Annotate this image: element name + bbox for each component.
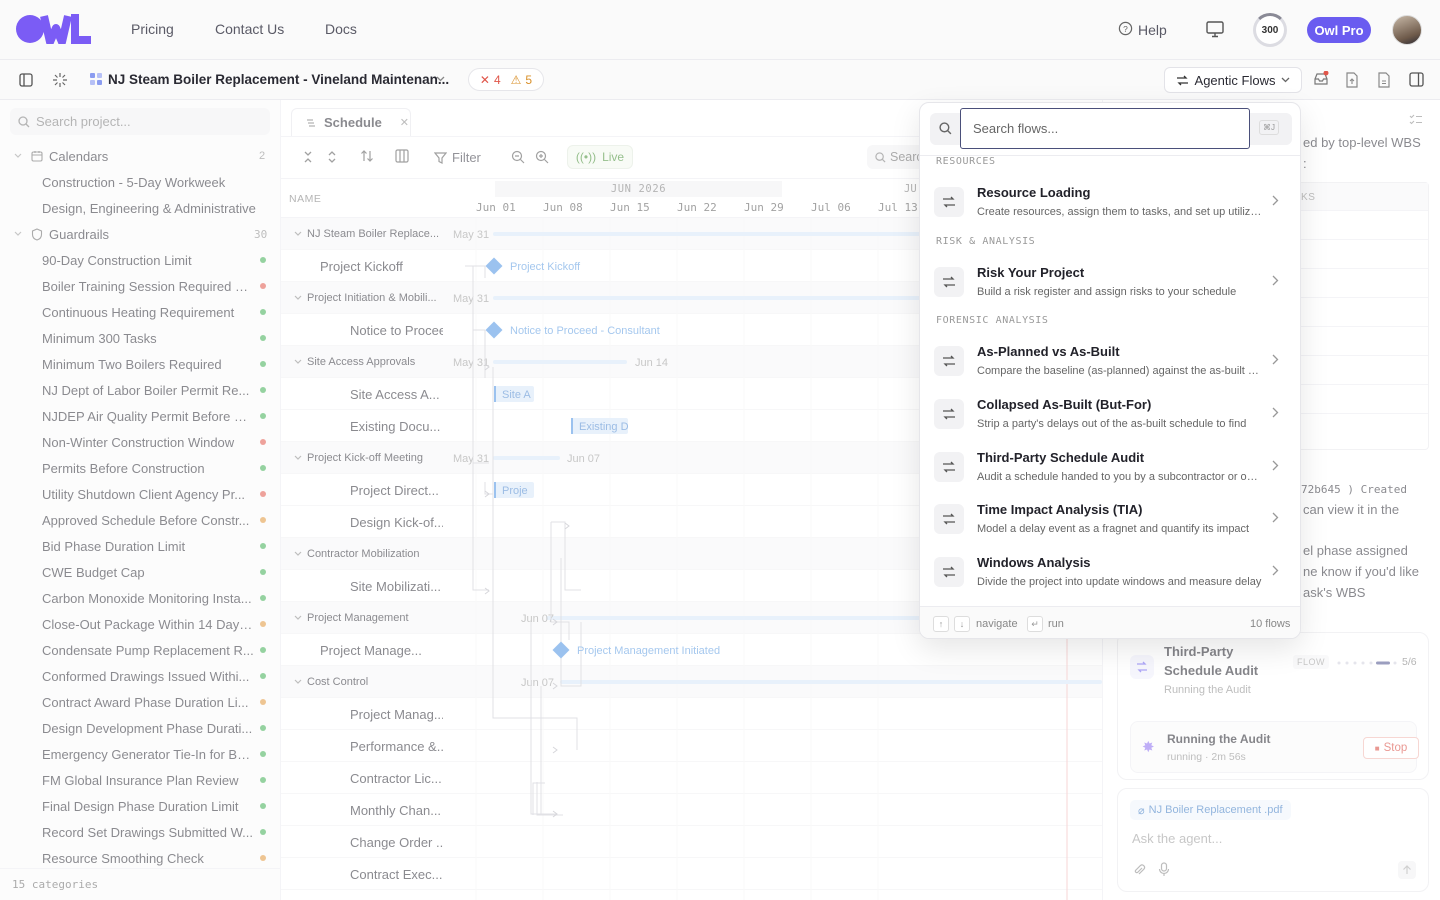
chevron-right-icon: [1272, 407, 1279, 418]
search-flows-placeholder: Search flows...: [973, 121, 1059, 136]
flow-item[interactable]: As-Planned vs As-Built Compare the basel…: [920, 335, 1300, 387]
project-grid-icon: [90, 73, 102, 85]
warning-icon: ⚠: [510, 72, 522, 87]
flows-count: 10 flows: [1250, 618, 1291, 630]
file-export-icon[interactable]: [1345, 72, 1359, 88]
flow-item[interactable]: Collapsed As-Built (But-For) Strip a par…: [920, 388, 1300, 440]
flow-description: Divide the project into update windows a…: [977, 576, 1262, 588]
section-title: RISK & ANALYSIS: [936, 236, 1036, 247]
chevron-down-icon[interactable]: [436, 76, 445, 82]
flow-description: Strip a party's delays out of the as-bui…: [977, 418, 1247, 430]
flows-icon: [934, 504, 964, 534]
flow-item[interactable]: Windows Analysis Divide the project into…: [920, 546, 1300, 598]
right-panel-toggle-icon[interactable]: [1409, 72, 1424, 87]
flow-title: Risk Your Project: [977, 265, 1085, 280]
sidebar-toggle-icon[interactable]: [19, 73, 33, 87]
nav-docs[interactable]: Docs: [325, 21, 357, 37]
flow-item[interactable]: Resource Loading Create resources, assig…: [920, 176, 1300, 228]
owl-logo[interactable]: [16, 14, 92, 44]
flows-icon: [1176, 75, 1188, 85]
flow-title: As-Planned vs As-Built: [977, 344, 1120, 359]
issues-badge[interactable]: ✕ 4 ⚠ 5: [468, 68, 544, 91]
arrow-up-key-icon: ↑: [933, 616, 949, 632]
sparkle-icon[interactable]: [52, 72, 68, 88]
search-icon: [939, 122, 952, 135]
chevron-right-icon: [1272, 460, 1279, 471]
chevron-right-icon: [1272, 275, 1279, 286]
enter-key-icon: ↵: [1027, 616, 1043, 632]
search-flows-input[interactable]: Search flows...: [960, 108, 1250, 149]
flow-item[interactable]: Time Impact Analysis (TIA) Model a delay…: [920, 493, 1300, 545]
arrow-down-key-icon: ↓: [954, 616, 970, 632]
flow-title: Time Impact Analysis (TIA): [977, 502, 1143, 517]
errors-count: ✕ 4: [479, 72, 501, 87]
error-icon: ✕: [479, 72, 490, 87]
flow-title: Third-Party Schedule Audit: [977, 450, 1145, 465]
monitor-icon[interactable]: [1206, 21, 1224, 38]
chevron-right-icon: [1272, 512, 1279, 523]
flows-icon: [934, 267, 964, 297]
chevron-down-icon: [1281, 77, 1290, 83]
inbox-icon[interactable]: [1313, 71, 1329, 87]
flow-title: Resource Loading: [977, 185, 1091, 200]
flows-icon: [934, 452, 964, 482]
flows-icon: [934, 346, 964, 376]
section-title: RESOURCES: [936, 156, 996, 167]
agentic-flows-button[interactable]: Agentic Flows: [1164, 67, 1302, 93]
flow-description: Create resources, assign them to tasks, …: [977, 206, 1264, 218]
chevron-right-icon: [1272, 195, 1279, 206]
flow-title: Collapsed As-Built (But-For): [977, 397, 1152, 412]
agentic-flows-label: Agentic Flows: [1194, 72, 1276, 88]
flows-footer: ↑ ↓ navigate ↵ run 10 flows: [920, 606, 1300, 638]
flow-description: Build a risk register and assign risks t…: [977, 286, 1237, 298]
shortcut-hint: ⌘J: [1259, 120, 1279, 135]
agentic-flows-menu: Search flows... ⌘J RESOURCES Resource Lo…: [919, 102, 1301, 639]
credits-indicator[interactable]: 300: [1253, 13, 1287, 47]
avatar[interactable]: [1392, 15, 1422, 45]
project-title[interactable]: NJ Steam Boiler Replacement - Vineland M…: [108, 72, 449, 87]
section-title: FORENSIC ANALYSIS: [936, 315, 1049, 326]
chevron-right-icon: [1272, 354, 1279, 365]
help-icon: ?: [1118, 21, 1133, 39]
nav-pricing[interactable]: Pricing: [131, 21, 174, 37]
flows-icon: [934, 187, 964, 217]
warnings-count: ⚠ 5: [510, 72, 533, 87]
flows-icon: [934, 557, 964, 587]
flow-title: Windows Analysis: [977, 555, 1091, 570]
flow-description: Compare the baseline (as-planned) agains…: [977, 365, 1264, 377]
flow-description: Model a delay event as a fragnet and qua…: [977, 523, 1250, 535]
owl-pro-badge[interactable]: Owl Pro: [1307, 17, 1371, 43]
chevron-right-icon: [1272, 565, 1279, 576]
help-label: Help: [1138, 22, 1167, 38]
run-hint: run: [1048, 618, 1064, 630]
file-icon[interactable]: [1377, 72, 1391, 88]
nav-contact-us[interactable]: Contact Us: [215, 21, 284, 37]
flow-item[interactable]: Third-Party Schedule Audit Audit a sched…: [920, 441, 1300, 493]
flow-description: Audit a schedule handed to you by a subc…: [977, 471, 1264, 483]
flow-item[interactable]: Risk Your Project Build a risk register …: [920, 256, 1300, 308]
top-nav: Pricing Contact Us Docs ? Help 300 Owl P…: [0, 0, 1440, 60]
flows-icon: [934, 399, 964, 429]
svg-text:?: ?: [1123, 24, 1128, 34]
help-button[interactable]: ? Help: [1118, 21, 1167, 39]
navigate-hint: navigate: [976, 618, 1018, 630]
